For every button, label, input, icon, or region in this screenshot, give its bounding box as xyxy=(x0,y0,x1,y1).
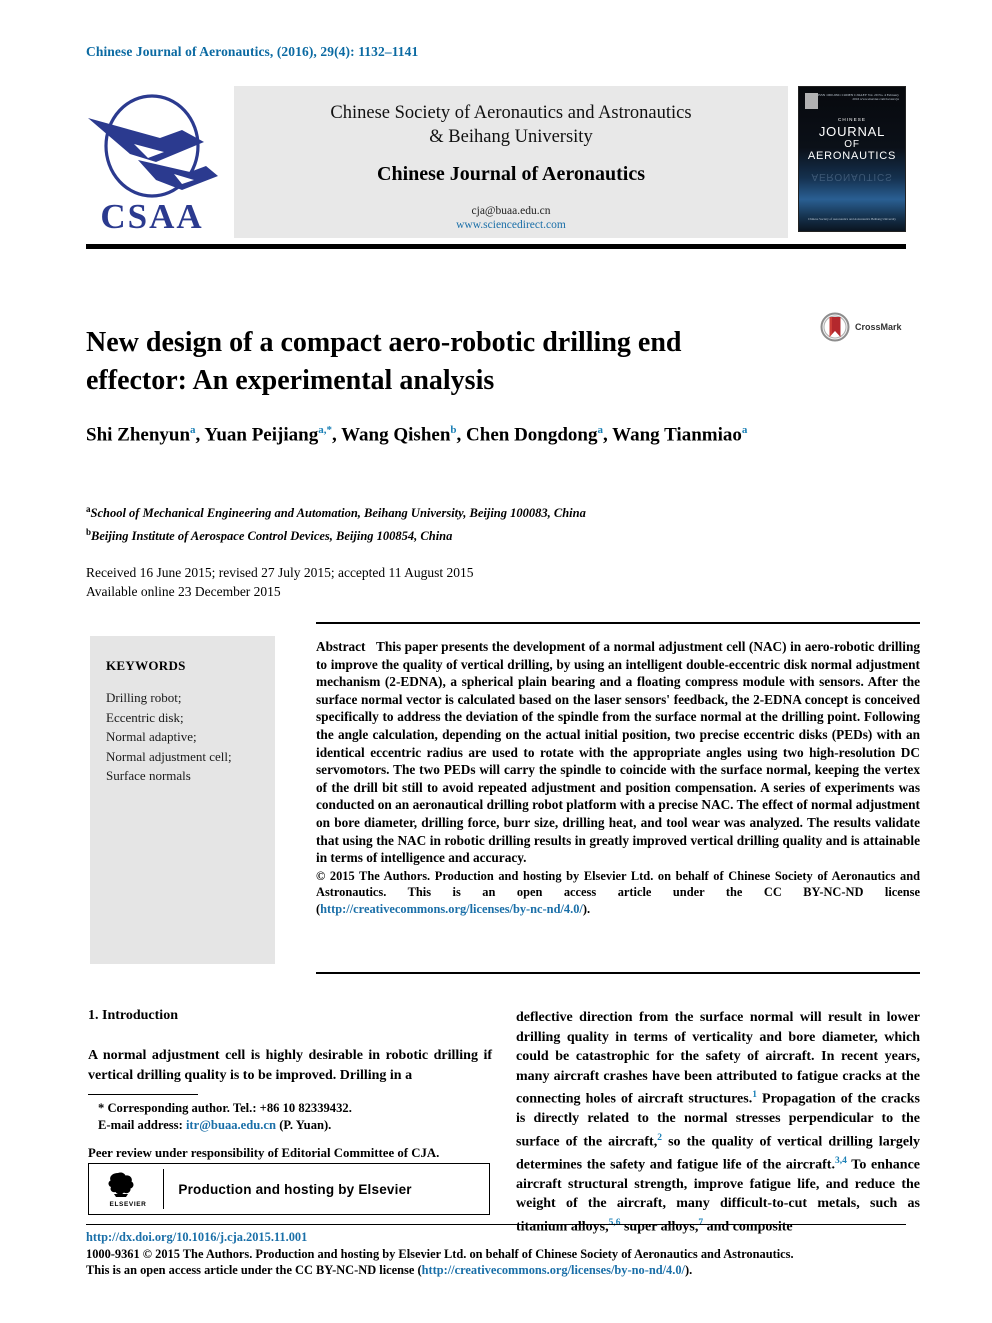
available-online: Available online 23 December 2015 xyxy=(86,584,281,599)
society-line-2: & Beihang University xyxy=(429,127,593,147)
footer-rule xyxy=(86,1224,906,1225)
corresponding-author-note: * Corresponding author. Tel.: +86 10 823… xyxy=(98,1101,352,1115)
section-heading-introduction: 1. Introduction xyxy=(88,1008,178,1023)
footnote-separator-rule xyxy=(88,1094,198,1095)
keywords-heading: KEYWORDS xyxy=(106,658,186,673)
email-label: E-mail address: xyxy=(98,1118,183,1132)
abstract-label: Abstract xyxy=(316,639,366,654)
abstract-body: This paper presents the development of a… xyxy=(316,639,920,866)
journal-url-link[interactable]: www.sciencedirect.com xyxy=(456,218,566,232)
intro-paragraph-right: deflective direction from the surface no… xyxy=(516,1010,921,1235)
page-title: New design of a compact aero-robotic dri… xyxy=(86,326,682,396)
affiliation-text-a: School of Mechanical Engineering and Aut… xyxy=(90,506,586,521)
crossmark-icon xyxy=(820,312,850,342)
peer-review-note: Peer review under responsibility of Edit… xyxy=(88,1146,440,1160)
article-first-page: Chinese Journal of Aeronautics, (2016), … xyxy=(0,0,992,1323)
footer-license-link[interactable]: http://creativecommons.org/licenses/by-n… xyxy=(422,1263,685,1277)
crossmark-badge[interactable]: CrossMark xyxy=(820,312,902,342)
abstract-bottom-rule xyxy=(316,972,920,974)
elsevier-hosting-text: Production and hosting by Elsevier xyxy=(178,1181,412,1197)
keyword-item: Drilling robot; xyxy=(106,690,182,705)
keyword-item: Normal adjustment cell; xyxy=(106,748,232,764)
journal-cover-thumbnail: ISSN 1000-9361 CODEN CJOAEY Vol. 29 No. … xyxy=(798,86,906,238)
intro-paragraph-left: A normal adjustment cell is highly desir… xyxy=(88,1048,492,1083)
keywords-list: Drilling robot; Eccentric disk; Normal a… xyxy=(106,688,275,786)
email-note: E-mail address: itr@buaa.edu.cn (P. Yuan… xyxy=(88,1117,492,1134)
cover-artwork: ISSN 1000-9361 CODEN CJOAEY Vol. 29 No. … xyxy=(798,86,906,232)
elsevier-tree-icon xyxy=(108,1172,134,1197)
journal-masthead: CSAA Chinese Society of Aeronautics and … xyxy=(86,86,906,238)
csaa-logo: CSAA xyxy=(86,86,234,238)
received-revised-accepted: Received 16 June 2015; revised 27 July 2… xyxy=(86,565,474,580)
footer-license-tail: ). xyxy=(684,1263,693,1278)
body-column-right: deflective direction from the surface no… xyxy=(516,1008,920,1237)
running-head: Chinese Journal of Aeronautics, (2016), … xyxy=(86,44,419,59)
article-history: Received 16 June 2015; revised 27 July 2… xyxy=(86,563,906,601)
elsevier-box-divider xyxy=(163,1169,165,1209)
cover-bottom-text: Chinese Society of Aeronautics and Astro… xyxy=(808,217,896,222)
body-column-left: 1. Introduction A normal adjustment cell… xyxy=(88,1008,492,1085)
footnote-block: * Corresponding author. Tel.: +86 10 823… xyxy=(88,1100,492,1134)
keyword-item: Surface normals xyxy=(106,768,191,783)
abstract-text: Abstract This paper presents the develop… xyxy=(316,638,920,867)
journal-name: Chinese Journal of Aeronautics xyxy=(377,163,645,185)
society-line-1: Chinese Society of Aeronautics and Astro… xyxy=(330,103,692,123)
cc-license-link[interactable]: http://creativecommons.org/licenses/by-n… xyxy=(320,902,583,916)
copyright-tail: ). xyxy=(582,901,591,916)
email-link[interactable]: itr@buaa.edu.cn xyxy=(186,1118,276,1132)
keywords-box: KEYWORDS Drilling robot; Eccentric disk;… xyxy=(90,636,275,964)
author-list: Shi Zhenyuna, Yuan Peijianga,*, Wang Qis… xyxy=(86,424,748,446)
cover-issn-text: ISSN 1000-9361 CODEN CJOAEY Vol. 29 No. … xyxy=(817,93,899,102)
journal-email: cja@buaa.edu.cn xyxy=(471,205,551,217)
email-owner: (P. Yuan). xyxy=(279,1118,332,1132)
csaa-logo-mark: CSAA xyxy=(88,94,218,236)
footer-license-pre: This is an open access article under the… xyxy=(86,1263,422,1278)
affiliation-b: bBeijing Institute of Aerospace Control … xyxy=(86,523,906,546)
keyword-item: Eccentric disk; xyxy=(106,709,184,725)
cover-line-aeronautics: AERONAUTICS xyxy=(807,150,897,162)
cover-elsevier-icon xyxy=(805,93,818,109)
elsevier-logo: ELSEVIER xyxy=(89,1170,161,1208)
svg-text:CSAA: CSAA xyxy=(100,197,203,236)
elsevier-wordmark: ELSEVIER xyxy=(109,1201,147,1208)
keyword-item: Normal adaptive; xyxy=(106,729,197,744)
abstract-block: Abstract This paper presents the develop… xyxy=(316,622,920,917)
masthead-center-panel: Chinese Society of Aeronautics and Astro… xyxy=(234,86,788,238)
cover-line-chinese: CHINESE xyxy=(837,117,867,122)
affiliation-text-b: Beijing Institute of Aerospace Control D… xyxy=(91,529,453,544)
page-footer: http://dx.doi.org/10.1016/j.cja.2015.11.… xyxy=(86,1229,916,1279)
footer-license-line: This is an open access article under the… xyxy=(86,1262,916,1279)
footer-copyright-line: 1000-9361 © 2015 The Authors. Production… xyxy=(86,1246,794,1261)
cover-title-block: CHINESE JOURNAL OF AERONAUTICS xyxy=(799,117,905,162)
affiliation-a: aSchool of Mechanical Engineering and Au… xyxy=(86,500,906,523)
abstract-top-rule xyxy=(316,622,920,624)
cover-reflection-text: AERONAUTICS xyxy=(811,171,893,182)
cover-topbar: ISSN 1000-9361 CODEN CJOAEY Vol. 29 No. … xyxy=(805,93,899,109)
elsevier-hosting-box: ELSEVIER Production and hosting by Elsev… xyxy=(88,1163,490,1215)
cover-line-of: OF xyxy=(844,139,860,150)
crossmark-label: CrossMark xyxy=(855,322,902,332)
abstract-copyright: © 2015 The Authors. Production and hosti… xyxy=(316,868,920,917)
doi-link[interactable]: http://dx.doi.org/10.1016/j.cja.2015.11.… xyxy=(86,1229,916,1246)
cover-line-journal: JOURNAL xyxy=(818,124,886,139)
affiliations: aSchool of Mechanical Engineering and Au… xyxy=(86,500,906,546)
masthead-bottom-rule xyxy=(86,244,906,249)
